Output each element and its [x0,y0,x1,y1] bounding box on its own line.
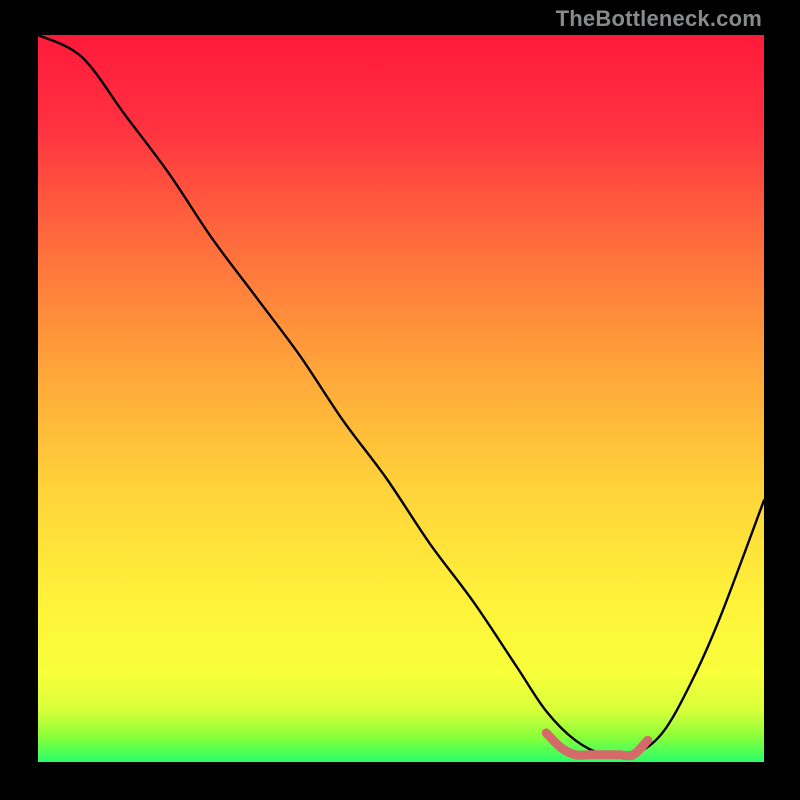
watermark-text: TheBottleneck.com [556,6,762,32]
background-gradient [38,35,764,762]
chart-frame: TheBottleneck.com [0,0,800,800]
plot-area [38,35,764,762]
